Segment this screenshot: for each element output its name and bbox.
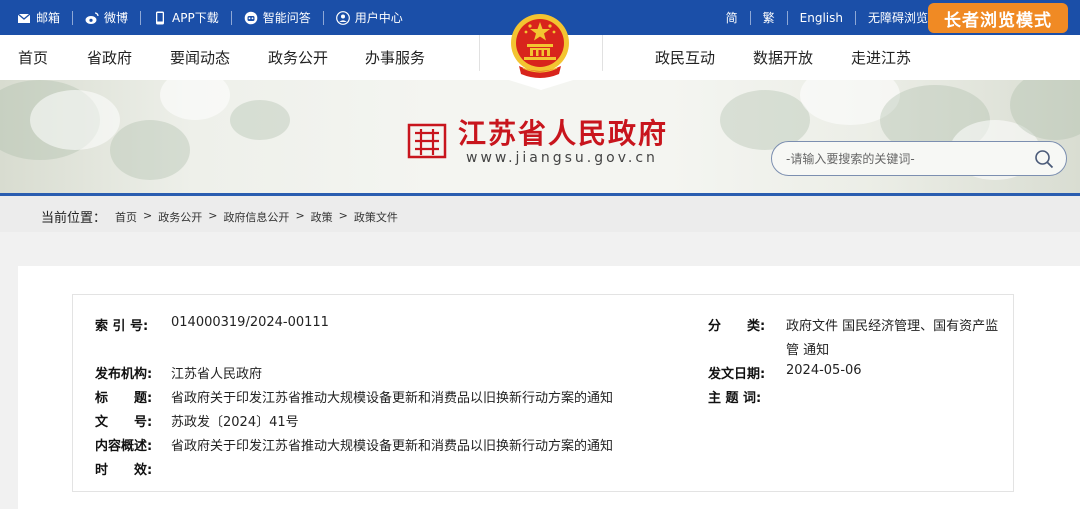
title-value: 省政府关于印发江苏省推动大规模设备更新和消费品以旧换新行动方案的通知 xyxy=(171,391,614,406)
divider xyxy=(230,10,232,25)
nav-item-gov-affairs[interactable]: 政务公开 xyxy=(268,47,328,68)
nav-item-interaction[interactable]: 政民互动 xyxy=(655,47,715,68)
nav-item-news[interactable]: 要闻动态 xyxy=(170,47,230,68)
breadcrumb-separator: > xyxy=(208,209,218,222)
app-download-link[interactable]: APP下载 xyxy=(153,9,219,26)
title-label: 标 题: xyxy=(95,391,153,406)
nav-item-services[interactable]: 办事服务 xyxy=(365,47,425,68)
nav-item-province-gov[interactable]: 省政府 xyxy=(87,47,132,68)
breadcrumb-policy-documents[interactable]: 政策文件 xyxy=(354,209,398,225)
divider xyxy=(749,10,751,25)
weibo-label: 微博 xyxy=(104,11,129,25)
issuer-label: 发布机构: xyxy=(95,367,153,382)
site-title: 江苏省人民政府 xyxy=(458,117,669,150)
category-value-line2: 管 通知 xyxy=(786,343,830,358)
search-input[interactable] xyxy=(786,150,1026,168)
app-download-label: APP下载 xyxy=(172,11,219,25)
mail-icon xyxy=(17,13,31,23)
breadcrumb-info-disclosure[interactable]: 政府信息公开 xyxy=(223,209,289,225)
qa-label: 智能问答 xyxy=(262,11,311,25)
divider xyxy=(786,10,788,25)
summary-label: 内容概述: xyxy=(95,439,153,454)
doc-number-value: 苏政发〔2024〕41号 xyxy=(171,415,299,430)
elder-mode-button[interactable]: 长者浏览模式 xyxy=(928,3,1068,33)
breadcrumb-gov-affairs[interactable]: 政务公开 xyxy=(158,209,202,225)
category-value-line1: 政府文件 国民经济管理、国有资产监 xyxy=(786,319,999,334)
jiangsu-logo-icon xyxy=(407,123,447,159)
breadcrumb: 当前位置： 首页 > 政务公开 > 政府信息公开 > 政策 > 政策文件 xyxy=(0,196,1080,232)
robot-icon xyxy=(244,11,258,24)
qa-link[interactable]: 智能问答 xyxy=(244,9,311,26)
divider xyxy=(72,10,74,25)
nav-item-home[interactable]: 首页 xyxy=(18,47,48,68)
divider xyxy=(322,10,324,25)
breadcrumb-label: 当前位置： xyxy=(41,211,107,226)
user-icon xyxy=(335,10,350,25)
traditional-link[interactable]: 繁 xyxy=(763,9,775,26)
accessible-link[interactable]: 无障碍浏览 xyxy=(868,9,928,26)
national-emblem-icon xyxy=(511,14,569,78)
breadcrumb-policy[interactable]: 政策 xyxy=(311,209,333,225)
user-center-link[interactable]: 用户中心 xyxy=(335,9,403,26)
keywords-label: 主 题 词: xyxy=(708,391,762,406)
breadcrumb-home[interactable]: 首页 xyxy=(115,209,137,225)
date-value: 2024-05-06 xyxy=(786,363,862,378)
validity-label: 时 效: xyxy=(95,463,153,478)
mail-link[interactable]: 邮箱 xyxy=(17,9,60,26)
doc-number-label: 文 号: xyxy=(95,415,153,430)
breadcrumb-separator: > xyxy=(295,209,305,222)
site-url: www.jiangsu.gov.cn xyxy=(466,150,658,166)
simplified-link[interactable]: 简 xyxy=(726,9,738,26)
phone-icon xyxy=(156,11,165,24)
search-box xyxy=(771,141,1067,176)
nav-item-open-data[interactable]: 数据开放 xyxy=(753,47,813,68)
summary-value: 省政府关于印发江苏省推动大规模设备更新和消费品以旧换新行动方案的通知 xyxy=(171,439,614,454)
nav-item-about-jiangsu[interactable]: 走进江苏 xyxy=(851,47,911,68)
english-link[interactable]: English xyxy=(800,11,843,25)
top-links: 邮箱 微博 APP下载 智能问答 用户中心 xyxy=(17,0,403,35)
breadcrumb-separator: > xyxy=(143,209,153,222)
mail-label: 邮箱 xyxy=(36,11,61,25)
weibo-link[interactable]: 微博 xyxy=(85,9,128,26)
language-links: 简 繁 English 无障碍浏览 xyxy=(726,0,928,35)
breadcrumb-separator: > xyxy=(338,209,348,222)
user-center-label: 用户中心 xyxy=(354,11,403,25)
category-label: 分 类: xyxy=(708,319,766,334)
document-info-table: 索 引 号: 014000319/2024-00111 分 类: 政府文件 国民… xyxy=(72,294,1014,492)
divider xyxy=(140,10,142,25)
search-icon[interactable] xyxy=(1034,149,1054,169)
index-value: 014000319/2024-00111 xyxy=(171,315,329,330)
weibo-icon xyxy=(85,11,99,24)
date-label: 发文日期: xyxy=(708,367,766,382)
index-label: 索 引 号: xyxy=(95,319,149,334)
issuer-value: 江苏省人民政府 xyxy=(171,367,263,382)
divider xyxy=(854,10,856,25)
breadcrumb-path: 首页 > 政务公开 > 政府信息公开 > 政策 > 政策文件 xyxy=(115,209,398,225)
